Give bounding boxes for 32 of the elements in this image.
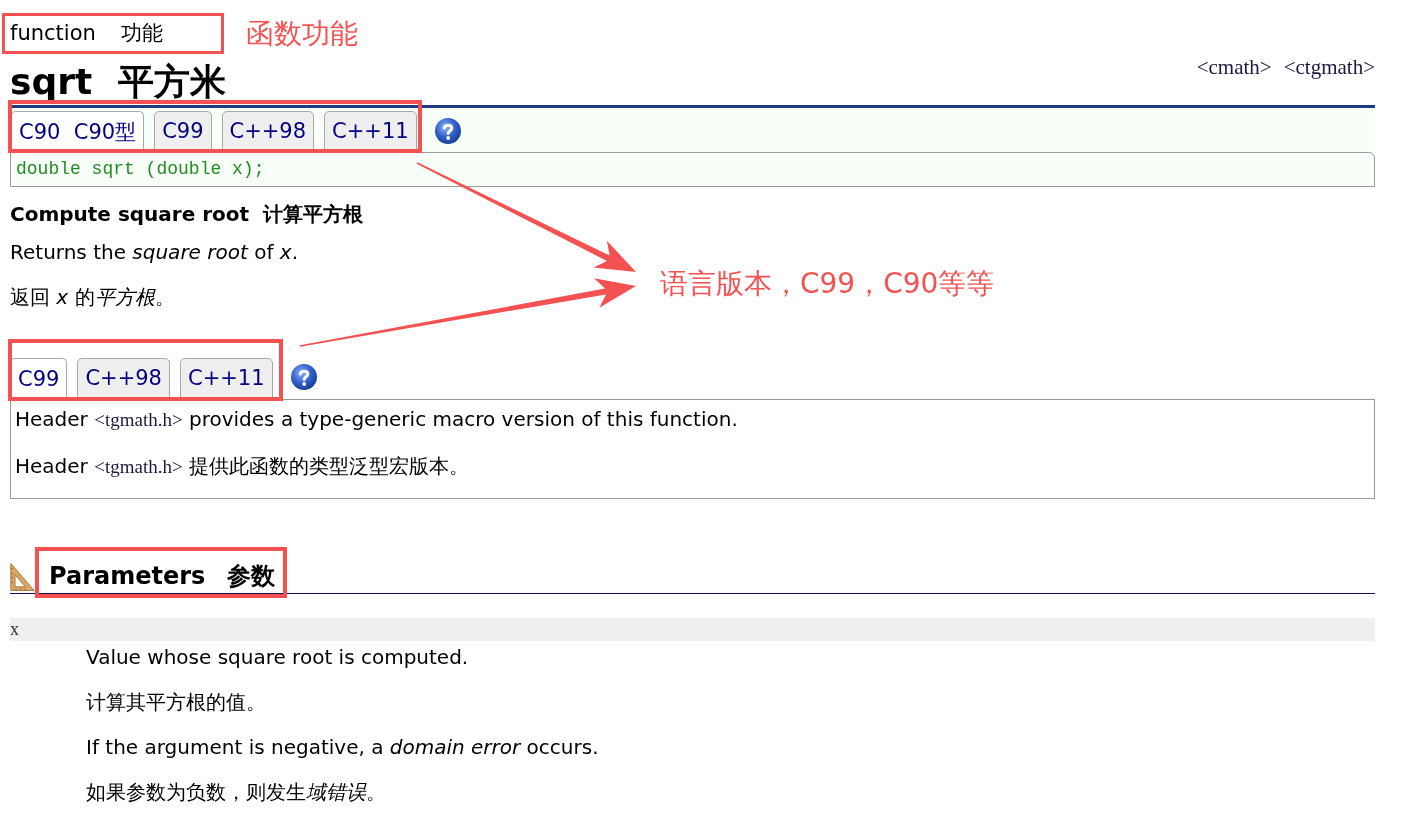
- header-link[interactable]: <cmath>: [1196, 52, 1272, 84]
- annotation-label: 函数功能: [246, 19, 358, 48]
- function-name: sqrt: [10, 61, 93, 103]
- parameter-description: Value whose square root is computed.: [86, 644, 469, 671]
- header-link[interactable]: <tgmath.h>: [94, 409, 183, 430]
- function-name-translation: 平方米: [118, 61, 227, 103]
- help-icon[interactable]: [434, 118, 461, 144]
- version-tab[interactable]: C99: [154, 111, 212, 152]
- version-tab[interactable]: C++11: [324, 111, 417, 152]
- version-tab[interactable]: C++11: [179, 358, 273, 399]
- function-prototype: double sqrt (double x);: [16, 158, 265, 181]
- header-link[interactable]: <ctgmath>: [1283, 52, 1375, 84]
- parameter-description: 如果参数为负数，则发生域错误。: [86, 779, 386, 806]
- summary-heading: Compute square root: [10, 201, 250, 228]
- section-heading-translation: 参数: [227, 561, 276, 591]
- parameter-description: If the argument is negative, a domain error occurs.: [86, 734, 599, 761]
- parameter-description: 计算其平方根的值。: [86, 689, 266, 716]
- version-tab[interactable]: C++98: [221, 111, 315, 152]
- summary-text: Returns the square root of x.: [10, 239, 298, 266]
- page-category-translation: 功能: [120, 19, 163, 47]
- help-icon[interactable]: [290, 364, 317, 390]
- annotation-label: 语言版本，C99，C90等等: [660, 270, 995, 298]
- parameter-name: x: [10, 618, 19, 641]
- version-tab[interactable]: C99: [10, 358, 68, 400]
- summary-heading-translation: 计算平方根: [263, 201, 364, 228]
- section-heading: Parameters: [49, 561, 206, 591]
- header-link[interactable]: <tgmath.h>: [94, 456, 183, 477]
- summary-text: 返回 x 的平方根。: [10, 284, 175, 311]
- version-tab[interactable]: C++98: [77, 358, 170, 399]
- note-text: Header <tgmath.h> provides a type-generic macro version of this function.: [15, 406, 738, 433]
- note-text: Header <tgmath.h> 提供此函数的类型泛型宏版本。: [15, 453, 469, 480]
- page-category: function: [10, 19, 96, 47]
